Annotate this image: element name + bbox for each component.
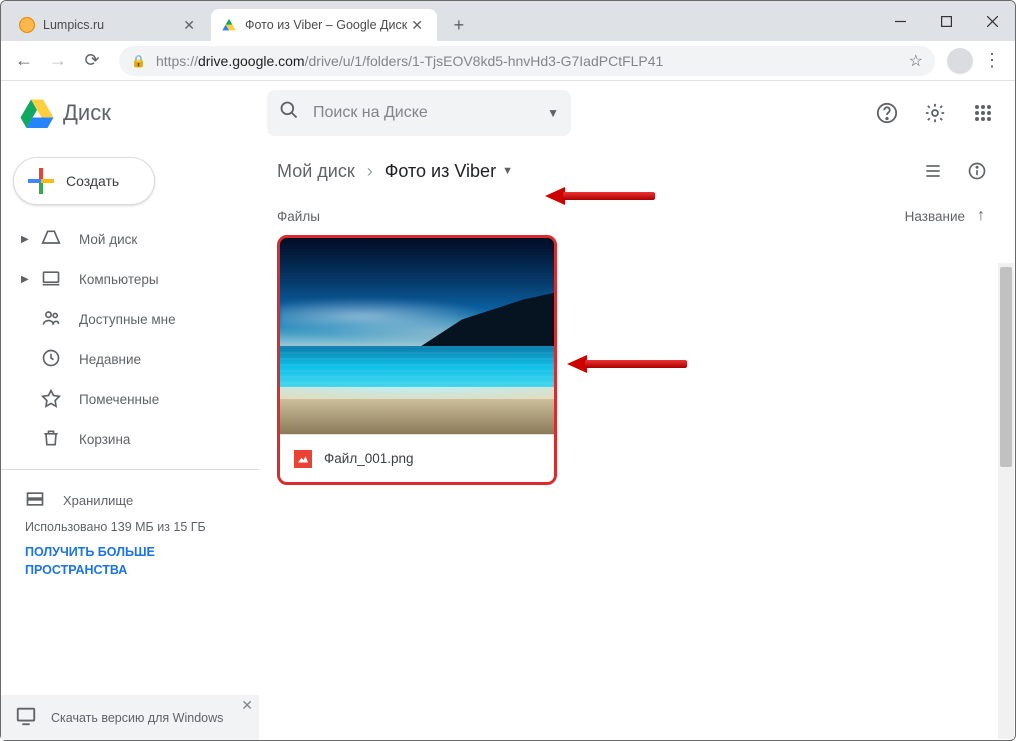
file-card[interactable]: Файл_001.png (277, 235, 557, 485)
storage-usage-text: Использовано 139 МБ из 15 ГБ (25, 520, 239, 534)
nav-label: Доступные мне (79, 312, 176, 327)
search-input[interactable]: Поиск на Диске ▼ (267, 90, 571, 136)
search-placeholder: Поиск на Диске (313, 104, 547, 122)
section-header: Файлы Название ↑ (277, 197, 995, 235)
create-button-label: Создать (66, 173, 119, 189)
drive-logo[interactable]: Диск (19, 95, 259, 131)
sidebar: Создать ▶ Мой диск ▶ Компьютеры Доступны… (1, 145, 259, 740)
forward-button[interactable]: → (43, 46, 73, 76)
breadcrumb-root[interactable]: Мой диск (277, 161, 355, 182)
view-actions (915, 153, 995, 189)
settings-button[interactable] (915, 93, 955, 133)
address-bar: ← → ⟳ 🔒 https://drive.google.com/drive/u… (1, 41, 1015, 81)
nav-label: Мой диск (79, 232, 137, 247)
computer-icon (41, 268, 61, 291)
bookmark-star-icon[interactable]: ☆ (909, 51, 923, 71)
browser-tab-0[interactable]: Lumpics.ru ✕ (9, 9, 209, 41)
window-controls (877, 1, 1015, 41)
sidebar-item-shared[interactable]: Доступные мне (1, 299, 247, 339)
sidebar-item-trash[interactable]: Корзина (1, 419, 247, 459)
section-label: Файлы (277, 209, 905, 224)
drive-icon (41, 228, 61, 251)
profile-avatar-button[interactable] (947, 48, 973, 74)
search-options-dropdown-icon[interactable]: ▼ (547, 106, 559, 120)
breadcrumb: Мой диск › Фото из Viber ▼ (277, 161, 513, 182)
url-text: https://drive.google.com/drive/u/1/folde… (156, 53, 901, 69)
chevron-right-icon: › (367, 161, 373, 182)
sidebar-item-computers[interactable]: ▶ Компьютеры (1, 259, 247, 299)
tab-close-button[interactable]: ✕ (179, 17, 199, 34)
breadcrumb-current[interactable]: Фото из Viber ▼ (385, 161, 513, 182)
app-name: Диск (63, 100, 111, 126)
tab-strip: Lumpics.ru ✕ Фото из Viber – Google Диск… (1, 1, 877, 41)
nav-label: Недавние (79, 352, 141, 367)
storage-title: Хранилище (63, 493, 133, 508)
scrollbar-thumb[interactable] (1000, 267, 1012, 467)
file-grid: Файл_001.png (277, 235, 995, 485)
main-panel: Мой диск › Фото из Viber ▼ Файлы Названи… (259, 145, 1015, 740)
storage-icon (25, 489, 45, 512)
nav-label: Корзина (79, 432, 130, 447)
omnibox[interactable]: 🔒 https://drive.google.com/drive/u/1/fol… (119, 46, 935, 76)
close-window-button[interactable] (969, 1, 1015, 41)
monitor-icon (15, 705, 37, 730)
chevron-right-icon: ▶ (21, 274, 29, 285)
annotation-arrow (567, 355, 687, 373)
promo-close-button[interactable]: ✕ (241, 697, 253, 714)
sort-direction-button[interactable]: ↑ (977, 207, 985, 225)
people-icon (41, 308, 61, 331)
storage-section: Хранилище Использовано 139 МБ из 15 ГБ П… (1, 480, 259, 579)
maximize-button[interactable] (923, 1, 969, 41)
tab-close-button[interactable]: ✕ (407, 17, 427, 34)
favicon-icon (221, 17, 237, 33)
file-name: Файл_001.png (324, 451, 414, 466)
content-area: Создать ▶ Мой диск ▶ Компьютеры Доступны… (1, 145, 1015, 740)
list-view-button[interactable] (915, 153, 951, 189)
browser-menu-button[interactable]: ⋮ (977, 46, 1007, 76)
titlebar: Lumpics.ru ✕ Фото из Viber – Google Диск… (1, 1, 1015, 41)
lock-icon: 🔒 (131, 54, 146, 68)
minimize-button[interactable] (877, 1, 923, 41)
chevron-right-icon: ▶ (21, 234, 29, 245)
tab-title: Фото из Viber – Google Диск (245, 18, 407, 32)
clock-icon (41, 348, 61, 371)
favicon-icon (19, 17, 35, 33)
trash-icon (41, 428, 61, 451)
dropdown-caret-icon: ▼ (502, 165, 513, 177)
path-row: Мой диск › Фото из Viber ▼ (277, 145, 995, 197)
search-icon (279, 100, 299, 126)
nav-label: Помеченные (79, 392, 159, 407)
divider (1, 469, 259, 470)
nav-label: Компьютеры (79, 272, 159, 287)
image-file-icon (294, 450, 312, 468)
promo-text: Скачать версию для Windows (51, 711, 223, 725)
new-tab-button[interactable]: + (445, 11, 473, 39)
back-button[interactable]: ← (9, 46, 39, 76)
info-button[interactable] (959, 153, 995, 189)
tab-title: Lumpics.ru (43, 18, 104, 32)
create-button[interactable]: Создать (13, 157, 155, 205)
star-icon (41, 388, 61, 411)
plus-icon (28, 168, 54, 194)
reload-button[interactable]: ⟳ (77, 46, 107, 76)
sort-label[interactable]: Название (905, 209, 965, 224)
scrollbar[interactable] (998, 263, 1014, 739)
help-button[interactable] (867, 93, 907, 133)
browser-window: Lumpics.ru ✕ Фото из Viber – Google Диск… (0, 0, 1016, 741)
storage-upgrade-link[interactable]: ПОЛУЧИТЬ БОЛЬШЕ ПРОСТРАНСТВА (25, 544, 239, 579)
file-meta: Файл_001.png (280, 434, 554, 482)
sidebar-item-mydrive[interactable]: ▶ Мой диск (1, 219, 247, 259)
sidebar-item-recent[interactable]: Недавние (1, 339, 247, 379)
file-thumbnail (280, 238, 554, 434)
drive-logo-icon (19, 95, 55, 131)
sidebar-item-starred[interactable]: Помеченные (1, 379, 247, 419)
browser-tab-1[interactable]: Фото из Viber – Google Диск ✕ (211, 9, 437, 41)
download-promo[interactable]: Скачать версию для Windows ✕ (1, 695, 259, 740)
app-header: Диск Поиск на Диске ▼ (1, 81, 1015, 145)
apps-grid-button[interactable] (963, 93, 1003, 133)
breadcrumb-current-label: Фото из Viber (385, 161, 496, 182)
sidebar-item-storage[interactable]: Хранилище (21, 480, 239, 520)
